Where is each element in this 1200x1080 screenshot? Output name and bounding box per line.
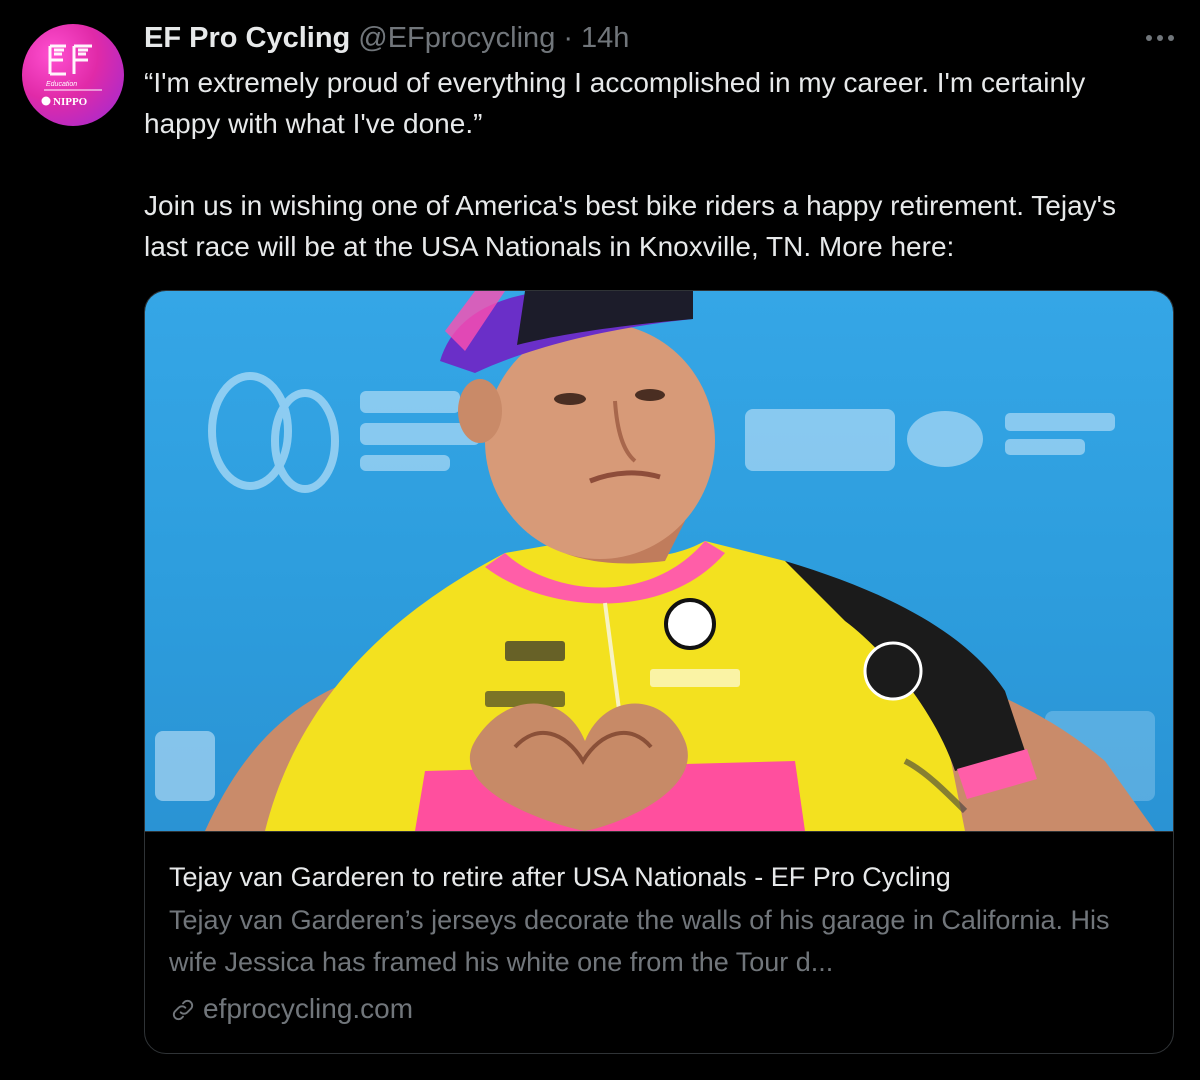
- display-name[interactable]: EF Pro Cycling: [144, 22, 350, 55]
- card-text: Tejay van Garderen to retire after USA N…: [169, 857, 1149, 1029]
- more-options-button[interactable]: [1136, 20, 1184, 56]
- link-card[interactable]: Tejay van Garderen to retire after USA N…: [144, 290, 1174, 1054]
- cyclist-heart-hands-photo-icon: [155, 291, 1155, 831]
- separator-dot: ·: [563, 21, 573, 54]
- card-domain: efprocycling.com: [169, 989, 1149, 1029]
- card-image[interactable]: [145, 291, 1173, 832]
- card-description: Tejay van Garderen’s jerseys decorate th…: [169, 905, 1110, 977]
- link-icon: [169, 995, 197, 1023]
- user-handle[interactable]: @EFprocycling: [358, 22, 555, 55]
- ef-education-nippo-logo-icon: Education NIPPO: [41, 44, 102, 108]
- tweet-text: “I'm extremely proud of everything I acc…: [144, 67, 1116, 262]
- tweet[interactable]: Education NIPPO EF Pro Cycling @EFprocyc…: [0, 0, 1200, 1080]
- avatar-text-top: Education: [46, 81, 77, 88]
- card-title: Tejay van Garderen to retire after USA N…: [169, 862, 951, 892]
- timestamp[interactable]: 14h: [581, 22, 629, 55]
- tweet-header: EF Pro Cycling @EFprocycling · 14h: [144, 18, 629, 58]
- avatar[interactable]: Education NIPPO: [22, 24, 124, 126]
- card-domain-text: efprocycling.com: [203, 993, 414, 1024]
- avatar-text-bottom: NIPPO: [53, 96, 88, 108]
- more-horizontal-icon: [1146, 35, 1174, 41]
